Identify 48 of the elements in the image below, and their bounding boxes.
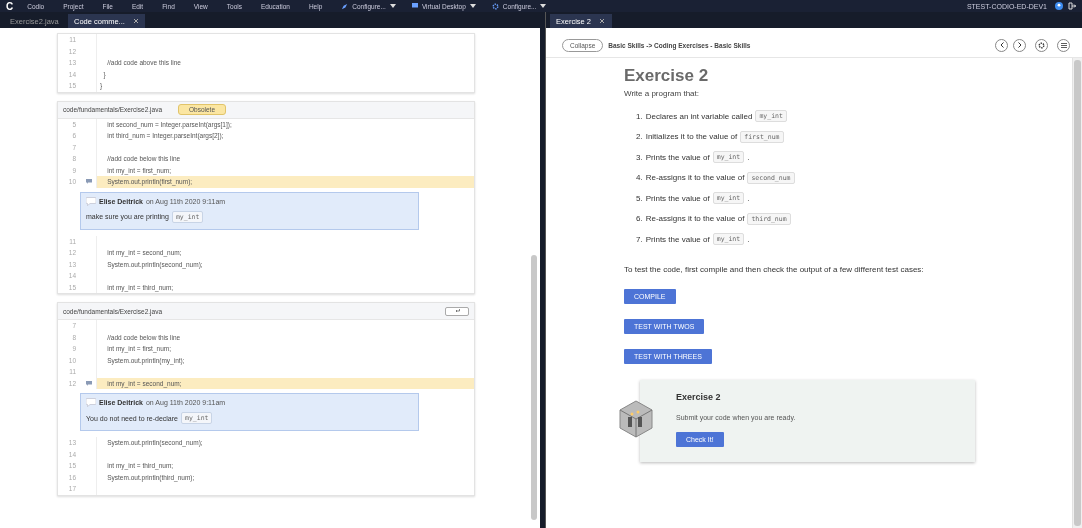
cube-icon — [618, 400, 654, 438]
chevron-left-icon — [999, 42, 1004, 48]
caret-icon — [469, 4, 476, 8]
logout-icon[interactable] — [1068, 2, 1076, 10]
step-text: Prints the value of — [645, 193, 710, 203]
step-text: Declares an int variable called — [645, 111, 753, 121]
speech-bubble-icon — [86, 196, 96, 206]
caret-icon — [389, 4, 396, 8]
step-number: 2. — [636, 132, 643, 141]
return-arrow-icon — [454, 309, 460, 313]
intro-text: Write a program that: — [624, 89, 700, 98]
next-button[interactable] — [1013, 38, 1026, 52]
speech-bubble-icon — [86, 398, 96, 407]
scrollbar[interactable] — [1074, 60, 1081, 526]
instruction-text: To test the code, first compile and then check the output of a few different test cases: — [624, 264, 925, 276]
punctuation: . — [747, 234, 750, 244]
settings-button[interactable] — [1035, 38, 1048, 52]
step-number: 6. — [636, 214, 643, 223]
jump-button[interactable] — [445, 306, 469, 316]
step-number: 5. — [636, 193, 643, 203]
step-number: 3. — [636, 152, 643, 162]
step-text: Prints the value of — [645, 234, 710, 244]
chevron-right-icon — [1017, 42, 1022, 48]
caret-icon — [540, 4, 547, 8]
settings-icon — [1038, 41, 1045, 49]
step-text: Initializes it to the value of — [645, 132, 738, 141]
gear-icon — [491, 2, 499, 10]
punctuation: . — [747, 193, 750, 203]
comment-marker-icon[interactable] — [86, 380, 92, 386]
previous-button[interactable] — [995, 38, 1008, 52]
comment-marker-icon[interactable] — [86, 179, 92, 185]
step-text: Re-assigns it to the value of — [645, 214, 745, 223]
step-number: 4. — [636, 173, 643, 182]
scrollbar[interactable] — [531, 255, 537, 520]
menu-button[interactable] — [1057, 38, 1070, 52]
close-icon[interactable] — [132, 18, 139, 24]
exercise-title: Exercise 2 — [624, 66, 710, 86]
punctuation: . — [747, 152, 750, 162]
avatar-icon[interactable] — [1055, 2, 1063, 10]
menu-icon — [1060, 42, 1067, 48]
card-title: Exercise 2 — [676, 392, 722, 402]
close-icon[interactable] — [599, 18, 605, 24]
step-number: 1. — [636, 111, 643, 121]
step-text: Prints the value of — [645, 152, 710, 162]
step-number: 7. — [636, 234, 643, 244]
desktop-icon — [411, 3, 418, 9]
app-logo[interactable]: C — [6, 0, 14, 12]
step-text: Re-assigns it to the value of — [645, 173, 745, 182]
